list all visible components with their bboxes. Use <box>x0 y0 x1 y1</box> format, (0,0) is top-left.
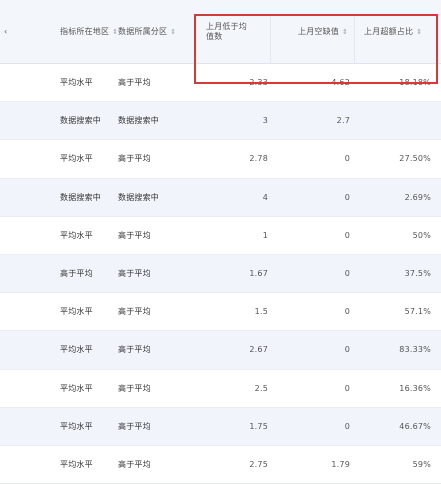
column-header-label: 上月空缺值 <box>298 27 339 36</box>
table-row[interactable]: 平均水平 高于平均 1.75 0 46.67% <box>0 407 441 446</box>
cell-over-ratio: 83.33% <box>399 345 431 355</box>
sort-icon[interactable]: ⇕ <box>170 28 176 36</box>
cell-over-ratio <box>358 102 431 139</box>
cell-missing: 2.7 <box>336 116 350 126</box>
table-header: ‹ 指标所在地区 ⇕ 数据所属分区 ⇕ 上月低于均值数 上月空缺值 ⇕ 上月超额… <box>0 0 441 64</box>
cell-below-mean: 3 <box>262 116 268 126</box>
cell-below-mean: 1.75 <box>249 421 268 431</box>
cell-partition-status: 高于平均 <box>118 78 151 88</box>
cell-missing: 0 <box>344 192 350 202</box>
cell-over-ratio: 18.18% <box>399 78 431 88</box>
column-header-partition[interactable]: 数据所属分区 ⇕ <box>118 0 198 63</box>
data-table: ‹ 指标所在地区 ⇕ 数据所属分区 ⇕ 上月低于均值数 上月空缺值 ⇕ 上月超额… <box>0 0 441 484</box>
cell-missing: 0 <box>344 383 350 393</box>
cell-partition-status: 数据搜索中 <box>118 192 159 202</box>
sort-icon[interactable]: ⇕ <box>416 28 422 36</box>
table-row[interactable]: 数据搜索中 数据搜索中 4 0 2.69% <box>0 178 441 217</box>
table-row[interactable]: 平均水平 高于平均 1.5 0 57.1% <box>0 293 441 332</box>
cell-over-ratio: 59% <box>412 460 431 470</box>
cell-missing: 1.79 <box>331 460 350 470</box>
cell-below-mean: 2.67 <box>249 345 268 355</box>
cell-partition-status: 高于平均 <box>118 345 151 355</box>
cell-over-ratio: 37.5% <box>404 269 431 279</box>
cell-over-ratio: 50% <box>412 230 431 240</box>
column-header-missing[interactable]: 上月空缺值 ⇕ <box>298 0 372 63</box>
cell-below-mean: 1 <box>262 230 268 240</box>
cell-below-mean: 2.5 <box>254 383 268 393</box>
sort-icon[interactable]: ⇕ <box>342 28 348 36</box>
cell-below-mean: 2.33 <box>249 78 268 88</box>
cell-over-ratio: 2.69% <box>404 192 431 202</box>
column-header-below-mean[interactable]: 上月低于均值数 <box>206 0 278 63</box>
table-row[interactable]: 平均水平 高于平均 2.67 0 83.33% <box>0 331 441 370</box>
cell-partition-status: 高于平均 <box>118 383 151 393</box>
column-header-label: 数据所属分区 <box>118 27 168 36</box>
column-divider <box>270 14 271 64</box>
column-header-over-ratio[interactable]: 上月超额占比 ⇕ <box>364 0 437 63</box>
cell-over-ratio: 46.67% <box>399 421 431 431</box>
column-header-label: 上月低于均值数 <box>206 21 247 41</box>
cell-missing: 0 <box>344 154 350 164</box>
column-header-label: 上月超额占比 <box>364 27 414 36</box>
cell-missing: 0 <box>344 230 350 240</box>
cell-missing: 0 <box>344 307 350 317</box>
cell-partition-status: 高于平均 <box>118 307 151 317</box>
table-row[interactable]: 高于平均 高于平均 1.67 0 37.5% <box>0 255 441 294</box>
cell-partition-status: 高于平均 <box>118 269 151 279</box>
cell-over-ratio: 16.36% <box>399 383 431 393</box>
cell-partition-status: 高于平均 <box>118 460 151 470</box>
table-row[interactable]: 数据搜索中 数据搜索中 3 2.7 <box>0 102 441 141</box>
cell-partition-status: 高于平均 <box>118 154 151 164</box>
table-row[interactable]: 平均水平 高于平均 2.33 4.62 18.18% <box>0 64 441 103</box>
cell-below-mean: 1.67 <box>249 269 268 279</box>
cell-partition-status: 高于平均 <box>118 421 151 431</box>
cell-partition-status: 数据搜索中 <box>118 116 159 126</box>
cell-below-mean: 4 <box>262 192 268 202</box>
column-header-label: 指标所在地区 <box>60 27 110 36</box>
table-row[interactable]: 平均水平 高于平均 1 0 50% <box>0 217 441 255</box>
scroll-left-icon[interactable]: ‹ <box>0 0 18 63</box>
cell-partition-status: 高于平均 <box>118 230 151 240</box>
cell-below-mean: 2.75 <box>249 460 268 470</box>
table-row[interactable]: 平均水平 高于平均 2.75 1.79 59% <box>0 446 441 484</box>
cell-over-ratio: 57.1% <box>404 307 431 317</box>
cell-over-ratio: 27.50% <box>399 154 431 164</box>
cell-below-mean: 2.78 <box>249 154 268 164</box>
cell-below-mean: 1.5 <box>254 307 268 317</box>
column-divider <box>354 14 355 64</box>
cell-missing: 0 <box>344 421 350 431</box>
cell-missing: 0 <box>344 269 350 279</box>
table-row[interactable]: 平均水平 高于平均 2.78 0 27.50% <box>0 140 441 179</box>
cell-missing: 0 <box>344 345 350 355</box>
cell-missing: 4.62 <box>331 78 350 88</box>
table-row[interactable]: 平均水平 高于平均 2.5 0 16.36% <box>0 370 441 408</box>
